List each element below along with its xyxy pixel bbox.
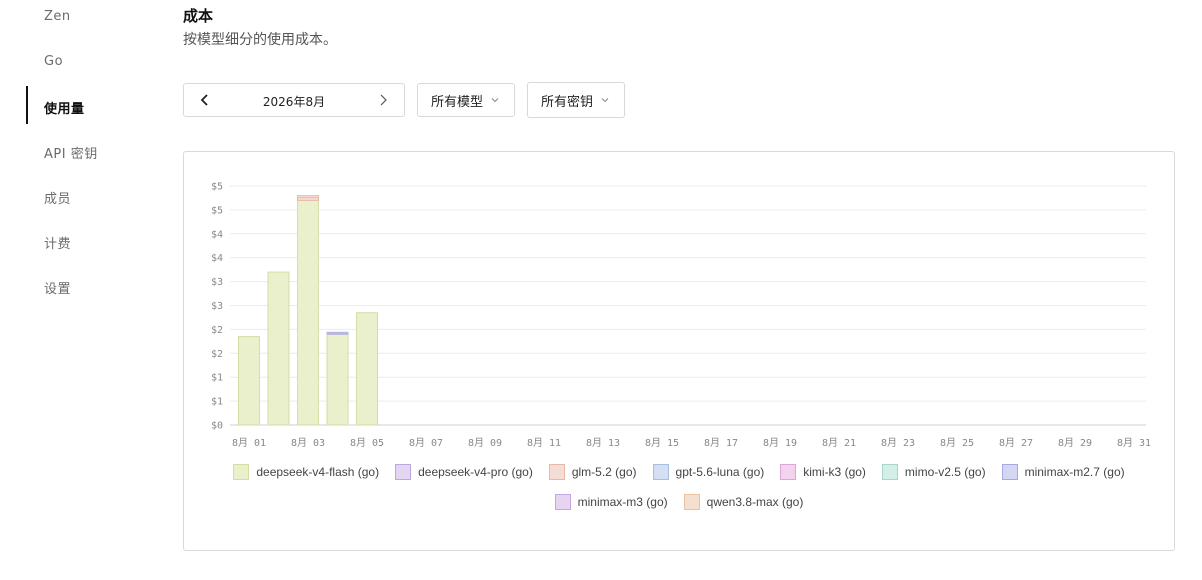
x-tick-label: 8月 13 [586, 437, 620, 449]
chevron-down-icon [601, 98, 609, 103]
legend-item[interactable]: minimax-m2.7 (go) [1001, 464, 1125, 480]
legend-swatch [881, 464, 898, 480]
sidebar: Zen Go 使用量 API 密钥 成员 计费 设置 [0, 0, 160, 580]
legend-label: mimo-v2.5 (go) [904, 465, 986, 479]
active-indicator [26, 86, 28, 124]
bar-segment[interactable] [297, 199, 319, 426]
legend-item[interactable]: glm-5.2 (go) [548, 464, 637, 480]
x-tick-label: 8月 19 [763, 437, 797, 449]
x-tick-label: 8月 03 [291, 437, 325, 449]
y-tick-label: $4 [211, 253, 223, 264]
legend-swatch [780, 464, 797, 480]
x-tick-label: 8月 01 [232, 437, 266, 449]
page-title: 成本 [183, 7, 214, 25]
legend-label: glm-5.2 (go) [571, 465, 637, 479]
y-tick-label: $1 [211, 397, 223, 408]
bar-segment[interactable] [297, 195, 319, 198]
legend-swatch [233, 464, 250, 480]
legend-item[interactable]: minimax-m3 (go) [554, 494, 668, 510]
x-tick-label: 8月 15 [645, 437, 679, 449]
legend-swatch [395, 464, 412, 480]
cost-chart-card: $0 $1 $1 $2 $2 $3 $3 $4 $4 $5 $5 8月 01 8月 03 8月 05 8月 … [183, 151, 1175, 551]
bar-segment[interactable] [238, 336, 260, 426]
sidebar-item-settings[interactable]: 设置 [44, 278, 71, 297]
legend-swatch [683, 494, 700, 510]
x-tick-label: 8月 11 [527, 437, 561, 449]
legend-swatch [554, 494, 571, 510]
legend-label: qwen3.8-max (go) [706, 495, 804, 509]
x-tick-label: 8月 25 [940, 437, 974, 449]
x-tick-label: 8月 07 [409, 437, 443, 449]
legend-item[interactable]: kimi-k3 (go) [780, 464, 866, 480]
chevron-down-icon [491, 98, 499, 103]
month-label: 2026年8月 [262, 95, 326, 109]
y-tick-label: $3 [211, 301, 223, 312]
bar-segment[interactable] [326, 331, 349, 334]
bar-segment[interactable] [326, 333, 349, 426]
y-tick-label: $4 [211, 229, 223, 240]
x-tick-label: 8月 09 [468, 437, 502, 449]
legend-label: deepseek-v4-pro (go) [418, 465, 533, 479]
legend-label: gpt-5.6-luna (go) [675, 465, 765, 479]
legend-swatch [652, 464, 669, 480]
month-picker: 2026年8月 [183, 83, 405, 117]
legend-label: minimax-m3 (go) [577, 495, 668, 509]
x-tick-label: 8月 05 [350, 437, 384, 449]
legend-label: minimax-m2.7 (go) [1024, 465, 1125, 479]
legend-swatch [548, 464, 565, 480]
bar-segment[interactable] [267, 271, 290, 426]
page-subtitle: 按模型细分的使用成本。 [183, 32, 337, 48]
x-tick-label: 8月 21 [822, 437, 856, 449]
model-filter-dropdown[interactable]: 所有模型 [417, 83, 515, 117]
legend-item[interactable]: deepseek-v4-pro (go) [395, 464, 533, 480]
legend-label: deepseek-v4-flash (go) [256, 465, 380, 479]
sidebar-item-zen[interactable]: Zen [44, 9, 71, 24]
x-tick-label: 8月 31 [1117, 437, 1151, 449]
y-tick-label: $2 [211, 349, 223, 360]
y-tick-label: $0 [211, 421, 223, 432]
chevron-right-icon[interactable] [376, 93, 390, 107]
legend-item[interactable]: deepseek-v4-flash (go) [233, 464, 379, 480]
model-filter-label: 所有模型 [431, 94, 484, 110]
y-tick-label: $2 [211, 325, 223, 336]
y-tick-label: $1 [211, 373, 223, 384]
legend-row: minimax-m3 (go) qwen3.8-max (go) [184, 494, 1174, 510]
x-tick-label: 8月 23 [881, 437, 915, 449]
x-tick-label: 8月 29 [1058, 437, 1092, 449]
legend-label: kimi-k3 (go) [803, 465, 866, 479]
sidebar-item-api-keys[interactable]: API 密钥 [44, 143, 98, 162]
chart-legend: deepseek-v4-flash (go) deepseek-v4-pro (g… [184, 464, 1174, 524]
legend-item[interactable]: qwen3.8-max (go) [683, 494, 804, 510]
x-tick-label: 8月 27 [999, 437, 1033, 449]
key-filter-label: 所有密钥 [541, 94, 594, 110]
key-filter-dropdown[interactable]: 所有密钥 [527, 82, 625, 118]
legend-swatch [1001, 464, 1018, 480]
sidebar-item-go[interactable]: Go [44, 54, 63, 69]
legend-row: deepseek-v4-flash (go) deepseek-v4-pro (g… [184, 464, 1174, 480]
y-tick-label: $5 [211, 182, 223, 193]
bar-segment[interactable] [356, 312, 378, 426]
sidebar-item-members[interactable]: 成员 [44, 188, 71, 207]
legend-item[interactable]: gpt-5.6-luna (go) [652, 464, 765, 480]
sidebar-item-usage[interactable]: 使用量 [44, 98, 85, 117]
cost-chart: $0 $1 $1 $2 $2 $3 $3 $4 $4 $5 $5 8月 01 8月 03 8月 05 8月 … [211, 182, 1151, 450]
y-tick-label: $3 [211, 277, 223, 288]
sidebar-item-billing[interactable]: 计费 [44, 233, 71, 252]
legend-item[interactable]: mimo-v2.5 (go) [881, 464, 986, 480]
x-tick-label: 8月 17 [704, 437, 738, 449]
y-tick-label: $5 [211, 205, 223, 216]
